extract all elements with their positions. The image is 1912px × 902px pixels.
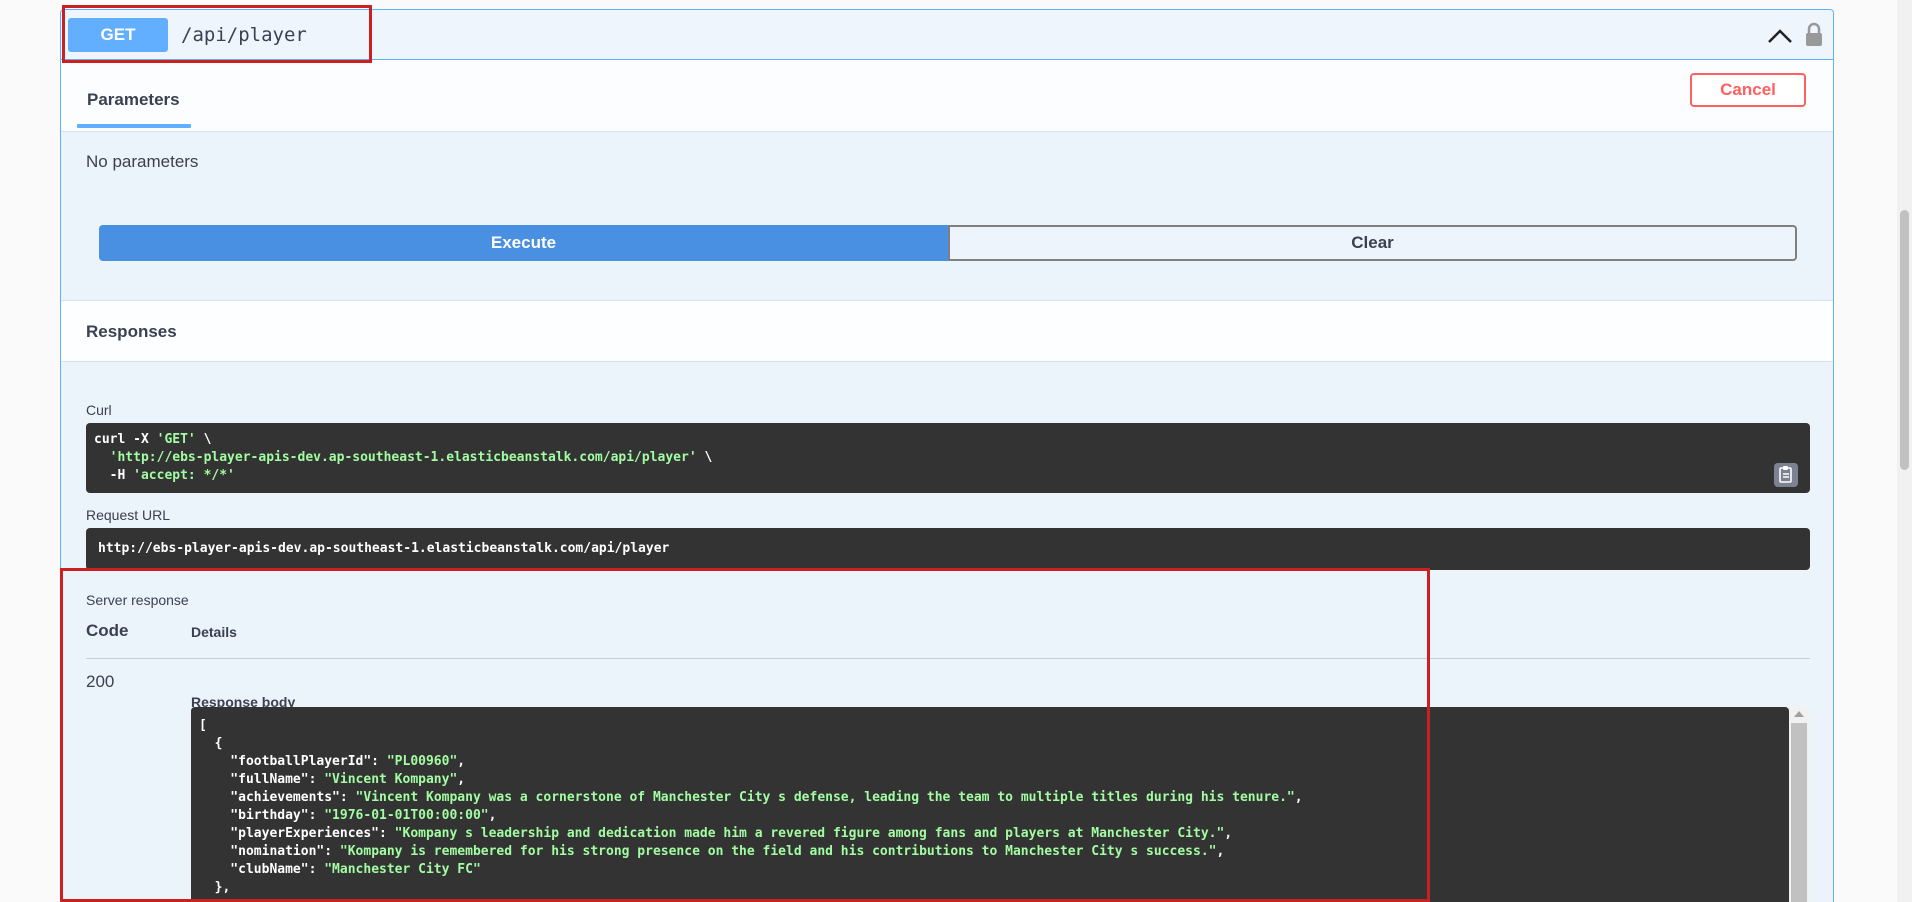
body-line: },: [199, 880, 231, 895]
curl-label: Curl: [86, 402, 112, 418]
body-line: "playerExperiences": "Kompany s leadersh…: [199, 826, 1233, 841]
curl-url-string: 'http://ebs-player-apis-dev.ap-southeast…: [109, 450, 697, 465]
body-line: "clubName": "Manchester City FC": [199, 862, 481, 877]
server-response-label: Server response: [86, 592, 189, 608]
operation-block: GET /api/player Parameters Cancel No par…: [60, 9, 1834, 902]
curl-header-string: 'accept: */*': [133, 468, 235, 483]
status-code: 200: [86, 672, 115, 691]
json-value: "Kompany is remembered for his strong pr…: [339, 844, 1217, 859]
operation-summary[interactable]: GET /api/player: [61, 10, 1833, 60]
request-url-label: Request URL: [86, 507, 171, 523]
clipboard-icon[interactable]: [1774, 463, 1798, 487]
page-scrollbar[interactable]: [1897, 0, 1912, 902]
execute-button-group: Execute Clear: [99, 225, 1797, 261]
body-line: "nomination": "Kompany is remembered for…: [199, 844, 1225, 859]
code-column-header: Code: [86, 621, 129, 640]
chevron-up-icon[interactable]: [1766, 26, 1794, 46]
response-body-scroll-thumb[interactable]: [1791, 723, 1807, 902]
responses-header: Responses: [61, 300, 1833, 362]
execute-button[interactable]: Execute: [99, 225, 948, 261]
tab-active-indicator: [77, 124, 191, 128]
json-value: "Kompany s leadership and dedication mad…: [394, 826, 1225, 841]
cancel-button[interactable]: Cancel: [1690, 73, 1806, 107]
json-value: "Vincent Kompany was a cornerstone of Ma…: [355, 790, 1295, 805]
curl-line: curl -X 'GET' \: [94, 432, 212, 447]
json-value: "Vincent Kompany": [324, 772, 458, 787]
body-line: {: [199, 736, 223, 751]
curl-line: -H 'accept: */*': [94, 468, 235, 483]
page-scroll-thumb[interactable]: [1900, 210, 1909, 470]
curl-code-block[interactable]: curl -X 'GET' \ 'http://ebs-player-apis-…: [86, 423, 1810, 493]
details-column-header: Details: [191, 624, 237, 640]
lock-icon[interactable]: [1803, 22, 1825, 48]
body-line: [: [199, 718, 207, 733]
response-body-scrollbar[interactable]: [1789, 707, 1809, 902]
scroll-up-arrow-icon[interactable]: [1794, 711, 1804, 717]
curl-line: 'http://ebs-player-apis-dev.ap-southeast…: [109, 450, 713, 465]
responses-title: Responses: [86, 322, 177, 341]
response-body-block[interactable]: [ { "footballPlayerId": "PL00960", "full…: [191, 707, 1789, 902]
method-badge: GET: [68, 18, 168, 52]
json-value: "PL00960": [386, 754, 458, 769]
json-value: "1976-01-01T00:00:00": [324, 808, 489, 823]
body-line: "fullName": "Vincent Kompany",: [199, 772, 466, 787]
tab-parameters[interactable]: Parameters: [87, 90, 180, 110]
body-line: "achievements": "Vincent Kompany was a c…: [199, 790, 1303, 805]
request-url-block[interactable]: http://ebs-player-apis-dev.ap-southeast-…: [86, 528, 1810, 570]
operation-path: /api/player: [181, 24, 307, 46]
json-value: "Manchester City FC": [324, 862, 481, 877]
response-table-divider: [86, 658, 1810, 659]
body-line: "birthday": "1976-01-01T00:00:00",: [199, 808, 497, 823]
curl-method-string: 'GET': [156, 432, 196, 447]
no-parameters-text: No parameters: [86, 152, 199, 171]
clear-button[interactable]: Clear: [948, 225, 1797, 261]
body-line: "footballPlayerId": "PL00960",: [199, 754, 466, 769]
tab-header: Parameters Cancel: [61, 60, 1833, 132]
